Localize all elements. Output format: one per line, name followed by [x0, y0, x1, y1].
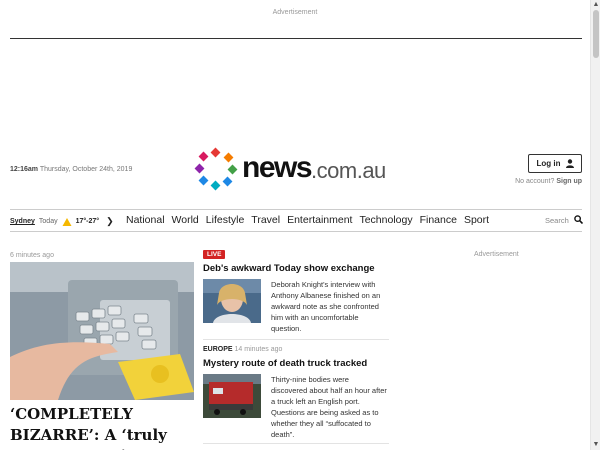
hero-time-ago: 6 minutes ago [10, 252, 54, 259]
nav-item-sport[interactable]: Sport [464, 214, 489, 226]
story-divider [203, 443, 389, 444]
nav-divider-bottom [10, 231, 582, 232]
no-account-text: No account? Sign up [515, 178, 582, 185]
story-time-ago: 14 minutes ago [234, 346, 283, 353]
sign-up-link[interactable]: Sign up [556, 178, 582, 185]
nav-item-technology[interactable]: Technology [359, 214, 412, 226]
story-title[interactable]: Mystery route of death truck tracked [203, 358, 367, 369]
search-button[interactable]: Search [545, 215, 583, 226]
story-meta: EUROPE 14 minutes ago [203, 346, 282, 353]
story-image[interactable] [203, 279, 261, 323]
weather-temps: 17°-27° [75, 218, 100, 225]
story-summary: Thirty-nine bodies were discovered about… [271, 375, 387, 439]
search-label: Search [545, 216, 569, 225]
user-icon [565, 159, 574, 168]
story-title[interactable]: Deb's awkward Today show exchange [203, 263, 375, 274]
logo-domain-text: .com.au [311, 158, 386, 183]
advertisement-label: Advertisement [474, 251, 519, 258]
login-button[interactable]: Log in [528, 154, 582, 173]
scrollbar-thumb[interactable] [593, 10, 599, 58]
ad-divider [10, 38, 582, 39]
nav-divider-top [10, 209, 582, 210]
nav-item-national[interactable]: National [126, 214, 165, 226]
dateline: 12:16am Thursday, October 24th, 2019 [10, 166, 132, 173]
logo-news-text: news [242, 151, 313, 184]
site-logo[interactable]: news .com.au [194, 147, 386, 191]
advertisement-label: Advertisement [272, 9, 318, 16]
search-icon [573, 215, 583, 226]
page-scrollbar[interactable]: ▲ ▼ [590, 0, 600, 450]
logo-dots-icon [194, 147, 238, 191]
scroll-down-icon[interactable]: ▼ [592, 441, 600, 449]
chevron-right-icon[interactable]: ❯ [106, 216, 114, 227]
current-time: 12:16am [10, 166, 39, 173]
story-summary: Deborah Knight's interview with Anthony … [271, 280, 381, 333]
weather-day: Today [38, 218, 58, 225]
story-image[interactable] [203, 374, 261, 418]
nav-item-lifestyle[interactable]: Lifestyle [206, 214, 245, 226]
nav-item-entertainment[interactable]: Entertainment [287, 214, 352, 226]
no-account-label: No account? [515, 178, 555, 185]
current-date: Thursday, October 24th, 2019 [39, 166, 133, 173]
nav-item-finance[interactable]: Finance [420, 214, 457, 226]
partly-sunny-icon [62, 217, 72, 227]
nav-item-world[interactable]: World [172, 214, 199, 226]
weather-city[interactable]: Sydney [10, 218, 35, 225]
story-divider [203, 339, 389, 340]
live-badge: LIVE [203, 250, 226, 259]
hero-headline[interactable]: ‘COMPLETELY BIZARRE’: A ‘truly scary’ sc… [10, 404, 194, 450]
nav-item-travel[interactable]: Travel [251, 214, 280, 226]
section-label[interactable]: EUROPE [203, 346, 233, 353]
main-nav: National World Lifestyle Travel Entertai… [126, 214, 489, 226]
weather-widget[interactable]: Sydney Today 17°-27° ❯ [10, 216, 114, 227]
scroll-up-icon[interactable]: ▲ [592, 1, 600, 9]
login-label: Log in [536, 159, 561, 168]
hero-image[interactable] [10, 262, 194, 400]
